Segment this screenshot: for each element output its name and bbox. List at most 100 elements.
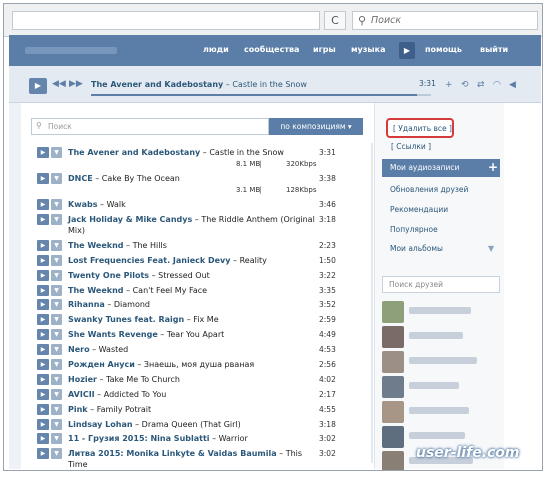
play-icon[interactable]: ▶	[37, 329, 49, 341]
play-icon[interactable]: ▶	[37, 173, 49, 184]
nav-people[interactable]: люди	[203, 45, 229, 54]
search-filter-dropdown[interactable]: по композициям ▾	[269, 118, 363, 135]
address-bar[interactable]	[12, 11, 320, 30]
nav-play-button[interactable]: ▶	[399, 42, 415, 59]
player-play-button[interactable]: ▶	[29, 78, 47, 94]
track-artist[interactable]: Lindsay Lohan	[68, 420, 133, 429]
sidebar-item-my-albums[interactable]: Мои альбомы	[390, 244, 443, 253]
track-title[interactable]: 11 - Грузия 2015: Nina Sublatti – Warrio…	[68, 433, 323, 444]
track-title[interactable]: AVICII – Addicted To You	[68, 389, 323, 400]
chevron-down-icon[interactable]: ▼	[51, 314, 62, 326]
play-icon[interactable]: ▶	[37, 269, 49, 281]
track-artist[interactable]: She Wants Revenge	[68, 330, 158, 339]
track-row[interactable]: ▶ ▼ The Avener and Kadebostany – Castle in…	[31, 145, 371, 171]
friend-item[interactable]	[382, 399, 500, 423]
sidebar-item-my-audio[interactable]: Мои аудиозаписи +	[382, 159, 500, 177]
nav-help[interactable]: помощь	[425, 45, 462, 54]
delete-all-button[interactable]: [ Удалить все ]	[386, 118, 454, 138]
track-row[interactable]: ▶ ▼ Литва 2015: Monika Linkyte & Vaidas Ba…	[31, 446, 371, 470]
friend-item[interactable]	[382, 349, 500, 373]
next-icon[interactable]: ▶▶	[69, 79, 83, 89]
chevron-down-icon[interactable]: ▼	[51, 254, 62, 266]
broadcast-icon[interactable]: ◠	[493, 80, 501, 90]
play-icon[interactable]: ▶	[37, 418, 49, 430]
chevron-down-icon[interactable]: ▼	[51, 173, 62, 184]
track-row[interactable]: ▶ ▼ 11 - Грузия 2015: Nina Sublatti – Warr…	[31, 431, 371, 446]
chevron-down-icon[interactable]: ▼	[51, 433, 62, 445]
chevron-down-icon[interactable]: ▼	[488, 244, 494, 253]
track-row[interactable]: ▶ ▼ The Weeknd – Can't Feel My Face 3:35	[31, 283, 371, 298]
play-icon[interactable]: ▶	[37, 344, 49, 356]
track-row[interactable]: ▶ ▼ The Weeknd – The Hills 2:23	[31, 238, 371, 253]
track-row[interactable]: ▶ ▼ Hozier – Take Me To Church 4:02	[31, 372, 371, 387]
track-row[interactable]: ▶ ▼ Twenty One Pilots – Stressed Out 3:22	[31, 268, 371, 283]
track-artist[interactable]: The Avener and Kadebostany	[68, 148, 200, 157]
track-row[interactable]: ▶ ▼ Рожден Ануси – Знаешь, моя душа рваная…	[31, 357, 371, 372]
track-row[interactable]: ▶ ▼ DNCE – Cake By The Ocean 3.1 MB | 128Kbps…	[31, 171, 371, 197]
friend-item[interactable]	[382, 324, 500, 348]
chevron-down-icon[interactable]: ▼	[51, 359, 62, 371]
track-artist[interactable]: Nero	[68, 345, 90, 354]
chevron-down-icon[interactable]: ▼	[51, 213, 62, 225]
friends-search-input[interactable]: Поиск друзей	[382, 276, 500, 293]
sidebar-item-friends-updates[interactable]: Обновления друзей	[390, 185, 468, 194]
audio-search-input[interactable]: ⚲ Поиск	[31, 118, 269, 135]
track-artist[interactable]: AVICII	[68, 390, 95, 399]
play-icon[interactable]: ▶	[37, 239, 49, 251]
play-icon[interactable]: ▶	[37, 433, 49, 445]
chevron-down-icon[interactable]: ▼	[51, 147, 62, 158]
sidebar-item-popular[interactable]: Популярное	[390, 225, 438, 234]
reload-button[interactable]: C	[324, 11, 346, 30]
track-title[interactable]: The Avener and Kadebostany – Castle in t…	[68, 147, 323, 158]
nav-games[interactable]: игры	[313, 45, 336, 54]
play-icon[interactable]: ▶	[37, 403, 49, 415]
links-button[interactable]: [ Ссылки ]	[391, 142, 431, 151]
play-icon[interactable]: ▶	[37, 373, 49, 385]
track-title[interactable]: DNCE – Cake By The Ocean	[68, 173, 323, 184]
track-artist[interactable]: Lost Frequencies Feat. Janieck Devy	[68, 256, 230, 265]
track-artist[interactable]: 11 - Грузия 2015: Nina Sublatti	[68, 434, 210, 443]
track-row[interactable]: ▶ ▼ Pink – Family Potrait 4:55	[31, 402, 371, 417]
track-title[interactable]: Рожден Ануси – Знаешь, моя душа рваная	[68, 359, 323, 370]
track-title[interactable]: Jack Holiday & Mike Candys – The Riddle …	[68, 214, 323, 236]
track-artist[interactable]: DNCE	[68, 174, 93, 183]
track-row[interactable]: ▶ ▼ Nero – Wasted 4:53	[31, 342, 371, 357]
track-artist[interactable]: Hozier	[68, 375, 97, 384]
play-icon[interactable]: ▶	[37, 284, 49, 296]
chevron-down-icon[interactable]: ▼	[51, 418, 62, 430]
play-icon[interactable]: ▶	[37, 448, 49, 460]
prev-icon[interactable]: ◀◀	[52, 79, 66, 89]
track-title[interactable]: She Wants Revenge – Tear You Apart	[68, 329, 323, 340]
repeat-icon[interactable]: ⟲	[461, 80, 469, 90]
track-artist[interactable]: Swanky Tunes feat. Raign	[68, 315, 184, 324]
chevron-down-icon[interactable]: ▼	[51, 344, 62, 356]
track-title[interactable]: Kwabs – Walk	[68, 199, 323, 210]
track-artist[interactable]: Pink	[68, 405, 88, 414]
track-title[interactable]: Lost Frequencies Feat. Janieck Devy – Re…	[68, 255, 323, 266]
chevron-down-icon[interactable]: ▼	[51, 269, 62, 281]
track-title[interactable]: Nero – Wasted	[68, 344, 323, 355]
chevron-down-icon[interactable]: ▼	[51, 373, 62, 385]
play-icon[interactable]: ▶	[37, 359, 49, 371]
nav-logout[interactable]: выйти	[480, 45, 508, 54]
track-row[interactable]: ▶ ▼ Swanky Tunes feat. Raign – Fix Me 2:59	[31, 312, 371, 327]
play-icon[interactable]: ▶	[37, 314, 49, 326]
friend-item[interactable]	[382, 374, 500, 398]
chevron-down-icon[interactable]: ▼	[51, 299, 62, 311]
add-icon[interactable]: +	[488, 160, 498, 174]
track-title[interactable]: Rihanna – Diamond	[68, 299, 323, 310]
track-row[interactable]: ▶ ▼ She Wants Revenge – Tear You Apart 4:49	[31, 327, 371, 342]
nav-music[interactable]: музыка	[351, 45, 385, 54]
chevron-down-icon[interactable]: ▼	[51, 199, 62, 210]
nav-communities[interactable]: сообщества	[244, 45, 299, 54]
chevron-down-icon[interactable]: ▼	[51, 403, 62, 415]
track-title[interactable]: Lindsay Lohan – Drama Queen (That Girl)	[68, 419, 323, 430]
add-icon[interactable]: +	[445, 80, 453, 90]
scrollbar[interactable]	[371, 143, 373, 463]
play-icon[interactable]: ▶	[37, 388, 49, 400]
track-row[interactable]: ▶ ▼ Lost Frequencies Feat. Janieck Devy – …	[31, 253, 371, 268]
track-row[interactable]: ▶ ▼ Rihanna – Diamond 3:52	[31, 297, 371, 312]
track-artist[interactable]: Twenty One Pilots	[68, 271, 149, 280]
player-progress-bar[interactable]	[91, 94, 431, 96]
track-row[interactable]: ▶ ▼ Kwabs – Walk 3:46	[31, 197, 371, 212]
